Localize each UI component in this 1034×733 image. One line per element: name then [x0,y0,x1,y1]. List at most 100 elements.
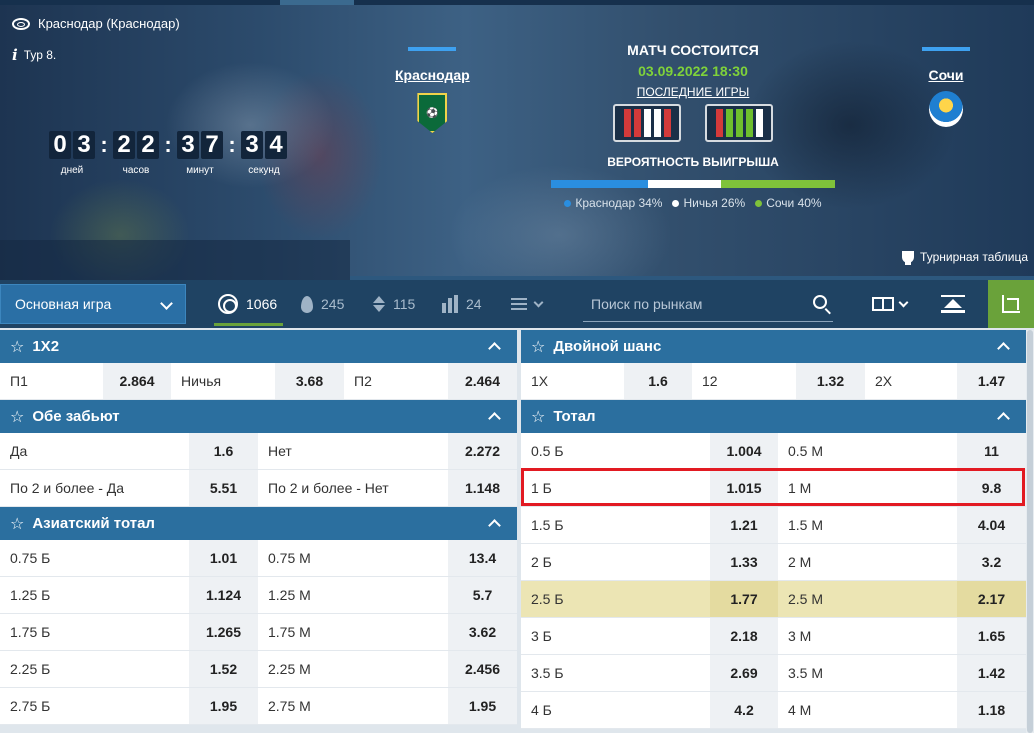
market-search-input[interactable] [583,288,803,320]
filter-hot-markets[interactable]: 245 [301,280,344,328]
odd-button[interactable]: 1.265 [189,614,258,650]
odd-button[interactable]: 13.4 [448,540,517,576]
countdown-days: 0 3 дней [49,131,95,176]
odd-button[interactable]: 1.77 [710,581,778,617]
odd-button[interactable]: 1.95 [448,688,517,724]
search-icon[interactable] [813,295,827,309]
away-form-box[interactable] [705,104,773,142]
market-header-both-score[interactable]: ☆ Обе забьют [0,400,517,433]
odd-button[interactable]: 1.21 [710,507,778,543]
match-location: Краснодар (Краснодар) [12,16,180,31]
odd-button[interactable]: 2.17 [957,581,1026,617]
odd-button[interactable]: 2.456 [448,651,517,687]
outcome-label: 1.5 М [788,517,824,533]
odd-button[interactable]: 5.51 [189,470,258,506]
more-filters-button[interactable] [511,280,544,328]
scrollbar[interactable] [1026,330,1034,733]
odd-button[interactable]: 4.2 [710,692,778,728]
location-text: Краснодар (Краснодар) [38,16,180,31]
odd-button[interactable]: 1.32 [796,363,865,399]
market-header-1x2[interactable]: ☆ 1X2 [0,330,517,363]
star-icon[interactable]: ☆ [531,407,545,427]
odd-button[interactable]: 1.6 [189,433,258,469]
last-games-link[interactable]: ПОСЛЕДНИЕ ИГРЫ [637,85,750,99]
match-datetime: 03.09.2022 18:30 [638,63,748,79]
odd-button[interactable]: 2.864 [103,363,171,399]
market-header-total[interactable]: ☆ Тотал [521,400,1026,433]
market-search [583,288,833,322]
odd-button[interactable]: 1.148 [448,470,517,506]
market-header-double-chance[interactable]: ☆ Двойной шанс [521,330,1026,363]
odd-button[interactable]: 4.04 [957,507,1026,543]
market-row: 2.25 Б 1.52 2.25 М 2.456 [0,651,517,688]
outcome-label: 2.5 Б [531,591,564,607]
chevron-down-icon [160,297,173,310]
outcome-label: По 2 и более - Да [10,480,125,496]
filter-all-markets[interactable]: 1066 [213,280,284,328]
odd-button[interactable]: 1.6 [624,363,692,399]
away-team-name[interactable]: Сочи [928,67,963,83]
standings-link[interactable]: Турнирная таблица [902,250,1028,265]
updown-markets-count: 115 [393,296,416,312]
form-result-mark [653,109,661,137]
chevron-up-icon[interactable] [997,412,1010,425]
filter-updown-markets[interactable]: 115 [373,280,415,328]
odd-button[interactable]: 1.52 [189,651,258,687]
odd-button[interactable]: 1.42 [957,655,1026,691]
home-form-box[interactable] [613,104,681,142]
chevron-up-icon[interactable] [997,342,1010,355]
main-game-select[interactable]: Основная игра [0,284,186,324]
menu-icon [511,298,527,310]
odd-button[interactable]: 2.69 [710,655,778,691]
odd-button[interactable]: 11 [957,433,1026,469]
markets-left-column: ☆ 1X2 П1 2.864 Ничья 3.68 П2 2.464 ☆ Обе… [0,330,517,725]
layout-toggle-button[interactable] [872,280,909,328]
form-result-mark [633,109,641,137]
legend-dot-icon [672,200,680,207]
collapse-all-button[interactable] [940,280,966,328]
odd-button[interactable]: 9.8 [957,470,1026,506]
odd-button[interactable]: 2.464 [448,363,517,399]
market-row: 1X 1.6 12 1.32 2X 1.47 [521,363,1026,400]
odd-button[interactable]: 1.015 [710,470,778,506]
odd-button[interactable]: 1.18 [957,692,1026,728]
chevron-up-icon[interactable] [488,342,501,355]
outcome-label: 2.25 М [268,661,311,677]
odd-button[interactable]: 1.65 [957,618,1026,654]
odd-button[interactable]: 1.004 [710,433,778,469]
star-icon[interactable]: ☆ [531,337,545,357]
outcome-label: 12 [702,373,718,389]
stats-markets-count: 24 [466,296,482,312]
fire-icon [301,295,313,313]
odd-button[interactable]: 1.95 [189,688,258,724]
market-toolbar: Основная игра 1066 245 115 24 [0,280,1034,328]
chevron-up-icon[interactable] [488,519,501,532]
home-team-bar [408,47,457,51]
odd-button[interactable]: 2.272 [448,433,517,469]
odd-button[interactable]: 1.01 [189,540,258,576]
filter-stats-markets[interactable]: 24 [442,280,482,328]
chevron-up-icon[interactable] [488,412,501,425]
statistics-button[interactable] [988,280,1034,328]
odd-button[interactable]: 3.2 [957,544,1026,580]
legend-label: Сочи 40% [766,196,822,210]
odd-button[interactable]: 1.47 [957,363,1026,399]
outcome-label: 2.5 М [788,591,824,607]
market-header-asian-total[interactable]: ☆ Азиатский тотал [0,507,517,540]
star-icon[interactable]: ☆ [10,407,24,427]
outcome-label: 1 Б [531,480,552,496]
probability-segment [721,180,835,188]
odd-button[interactable]: 1.33 [710,544,778,580]
star-icon[interactable]: ☆ [10,514,24,534]
scrollbar-thumb[interactable] [1027,330,1033,733]
odd-button[interactable]: 1.124 [189,577,258,613]
outcome-label: П1 [10,373,28,389]
odd-button[interactable]: 5.7 [448,577,517,613]
home-team-name[interactable]: Краснодар [395,67,470,83]
form-result-mark [745,109,753,137]
odd-button[interactable]: 3.62 [448,614,517,650]
odd-button[interactable]: 2.18 [710,618,778,654]
outcome-label: 2X [875,373,893,389]
star-icon[interactable]: ☆ [10,337,24,357]
odd-button[interactable]: 3.68 [275,363,344,399]
